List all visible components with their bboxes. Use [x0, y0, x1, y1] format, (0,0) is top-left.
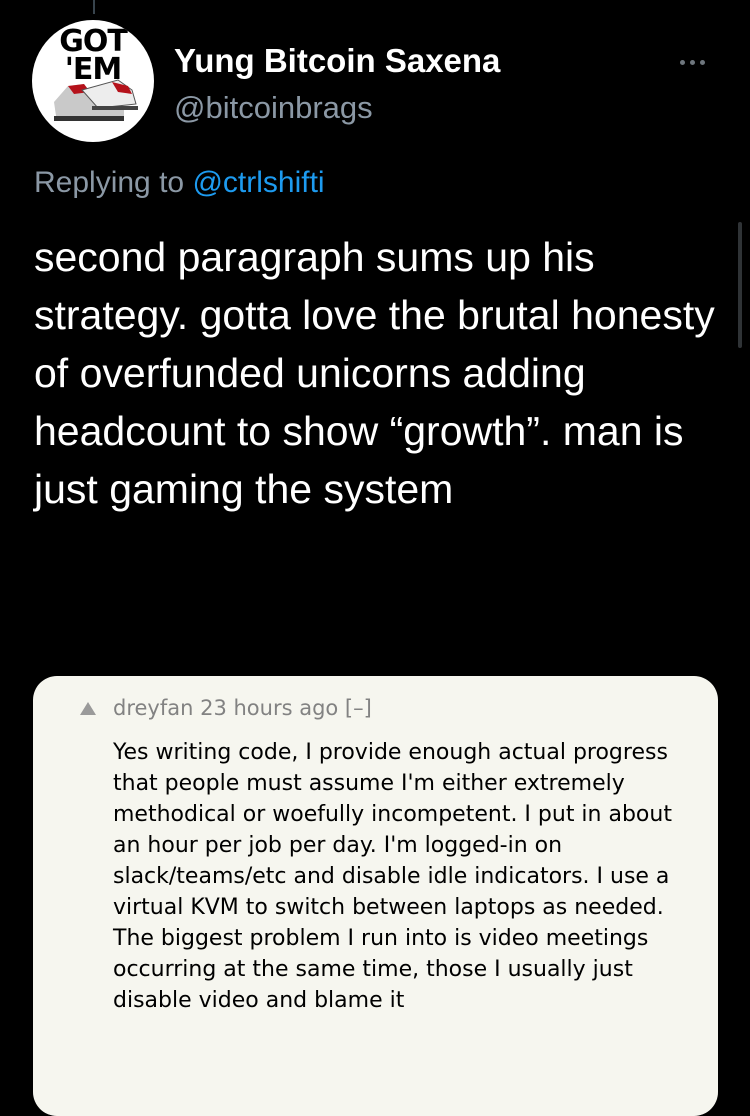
author-handle[interactable]: @bitcoinbrags: [174, 90, 373, 126]
more-horizontal-icon: [690, 59, 695, 65]
avatar[interactable]: GOT 'EM: [32, 20, 154, 142]
upvote-triangle-icon: [80, 702, 96, 715]
replying-to-label: Replying to: [34, 166, 185, 199]
comment-meta: dreyfan 23 hours ago [–]: [113, 696, 372, 720]
more-horizontal-icon: [680, 59, 685, 65]
comment-text: Yes writing code, I provide enough actua…: [113, 740, 672, 1013]
embedded-comment-screenshot[interactable]: dreyfan 23 hours ago [–] Yes writing cod…: [33, 676, 718, 1116]
sneaker-image: [54, 79, 138, 121]
more-horizontal-icon: [700, 59, 705, 65]
tweet-text: second paragraph sums up his strategy. g…: [34, 234, 715, 512]
replying-to-line: Replying to @ctrlshifti: [34, 166, 325, 200]
more-options-button[interactable]: [680, 52, 720, 72]
thread-connector-line: [93, 0, 95, 14]
reply-mention-link[interactable]: @ctrlshifti: [192, 166, 324, 199]
scrollbar[interactable]: [738, 222, 742, 348]
author-display-name[interactable]: Yung Bitcoin Saxena: [174, 42, 500, 80]
